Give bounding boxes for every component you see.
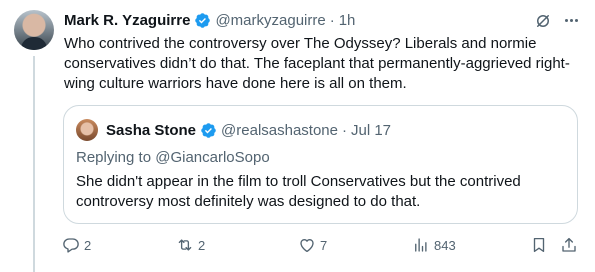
tweet-text: Who contrived the controversy over The O…: [64, 35, 570, 92]
replying-to-label: Replying to: [76, 149, 156, 166]
replying-to-handle[interactable]: @GiancarloSopo: [155, 149, 269, 166]
quote-author-name: Sasha Stone: [106, 121, 197, 139]
quote-date: Jul 17: [351, 121, 392, 139]
bookmark-icon[interactable]: [530, 236, 548, 254]
more-icon[interactable]: [561, 10, 581, 30]
share-icon[interactable]: [560, 236, 578, 254]
reply-count: 2: [84, 237, 92, 253]
repost-button[interactable]: 2: [176, 234, 205, 256]
separator-dot: ·: [329, 11, 335, 29]
verified-badge-icon: [201, 122, 216, 138]
grok-icon[interactable]: [534, 12, 552, 30]
tweet-header: Mark R. Yzaguirre @markyzaguirre · 1h: [64, 10, 355, 30]
repost-count: 2: [198, 237, 206, 253]
views-button[interactable]: 843: [412, 234, 456, 256]
separator-dot: ·: [342, 121, 347, 139]
like-count: 7: [320, 237, 328, 253]
reply-icon: [63, 238, 79, 253]
thread-line: [33, 56, 35, 272]
action-bar: 2 2 7 843: [60, 234, 590, 256]
views-icon: [415, 238, 427, 252]
tweet-time[interactable]: 1h: [339, 12, 356, 29]
reply-button[interactable]: 2: [62, 234, 91, 256]
author-avatar[interactable]: [14, 10, 54, 50]
like-icon: [300, 239, 314, 253]
replying-to: Replying to @GiancarloSopo: [76, 149, 270, 166]
quote-author-avatar: [76, 119, 98, 141]
author-name[interactable]: Mark R. Yzaguirre: [64, 12, 190, 29]
like-button[interactable]: 7: [298, 234, 327, 256]
quoted-tweet[interactable]: Sasha Stone @realsashastone · Jul 17 Rep…: [63, 105, 578, 224]
view-count: 843: [434, 237, 456, 253]
verified-badge-icon: [195, 12, 211, 28]
quote-text: She didn't appear in the film to troll C…: [76, 173, 521, 210]
quote-header: Sasha Stone @realsashastone · Jul 17: [106, 119, 391, 141]
repost-icon: [178, 239, 192, 251]
quote-author-handle: @realsashastone: [221, 121, 338, 139]
author-handle[interactable]: @markyzaguirre: [215, 12, 325, 29]
